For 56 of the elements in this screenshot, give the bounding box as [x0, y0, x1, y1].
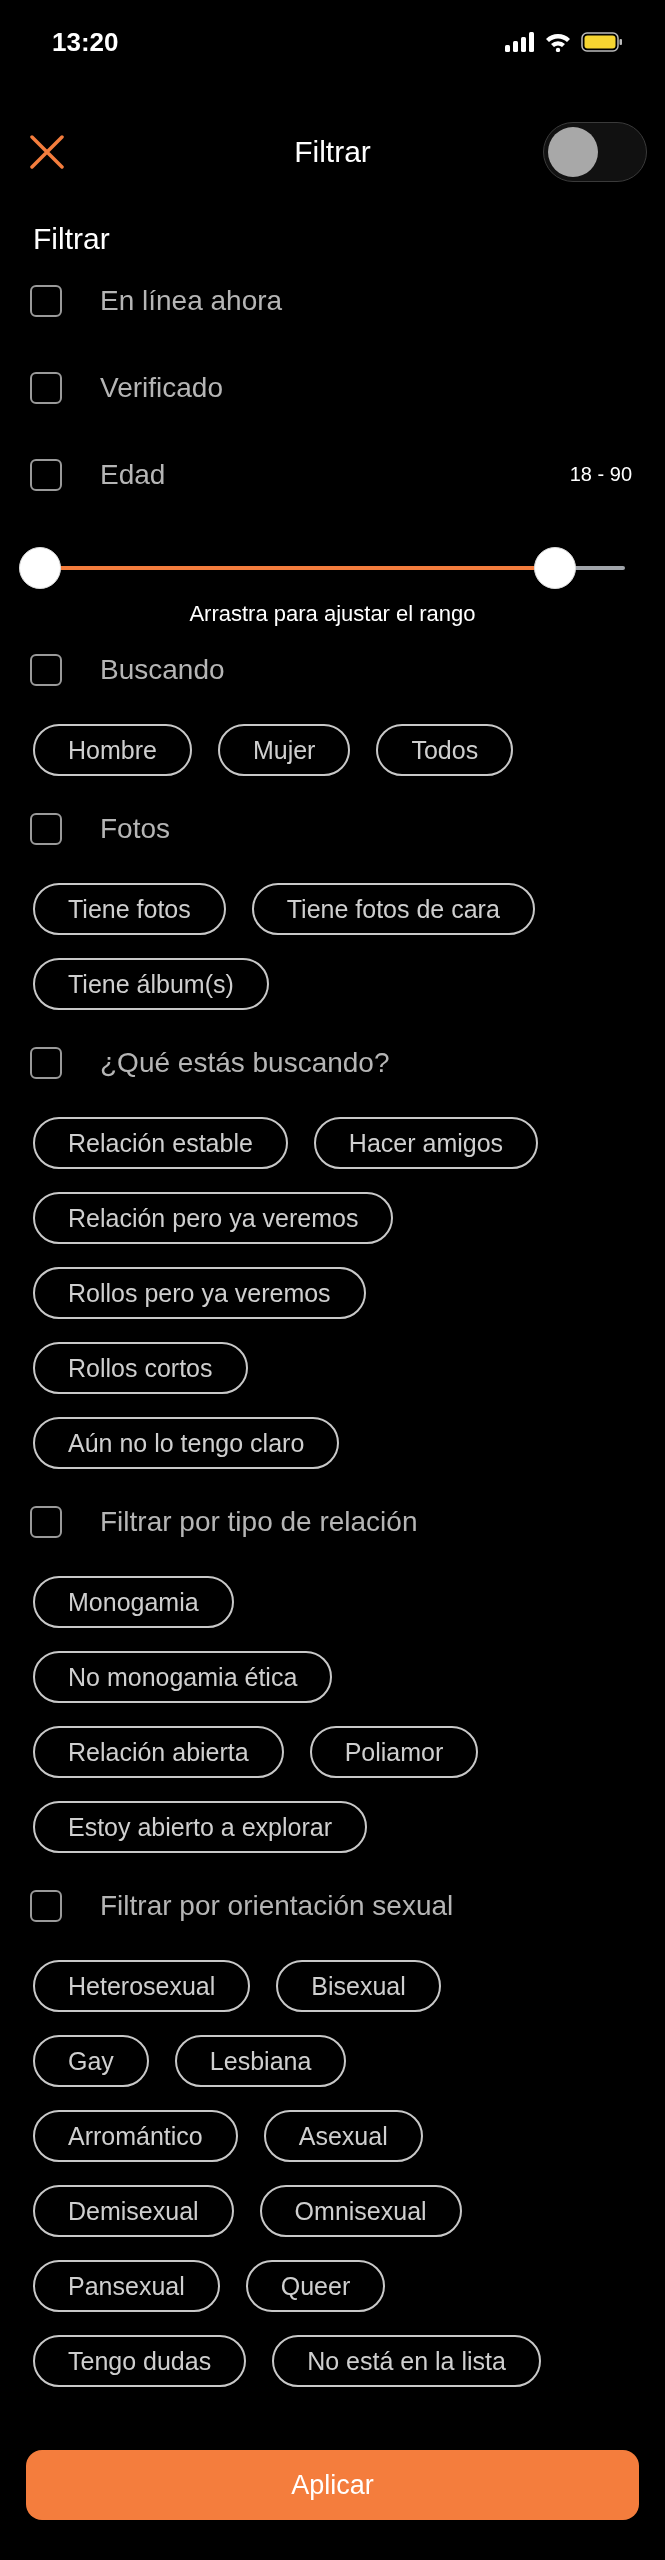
filter-label: Verificado — [100, 371, 223, 404]
option-chip[interactable]: Pansexual — [33, 2260, 220, 2312]
option-chip[interactable]: Relación pero ya veremos — [33, 1192, 394, 1244]
filter-label: Filtrar por tipo de relación — [100, 1506, 418, 1538]
option-chip[interactable]: Arromántico — [33, 2110, 238, 2162]
option-chip[interactable]: Monogamia — [33, 1576, 234, 1628]
checkbox[interactable] — [30, 371, 62, 404]
option-chip[interactable]: Hombre — [33, 724, 192, 776]
option-chip[interactable]: Tiene fotos de cara — [251, 883, 535, 935]
option-chip[interactable]: Estoy abierto a explorar — [33, 1801, 368, 1853]
option-chip[interactable]: Poliamor — [309, 1726, 479, 1778]
header-title: Filtrar — [294, 135, 371, 169]
option-chip[interactable]: Bisexual — [276, 1960, 441, 2012]
close-button[interactable] — [28, 133, 66, 171]
option-chip[interactable]: Tiene fotos — [33, 883, 226, 935]
checkbox[interactable] — [30, 1047, 62, 1079]
section-title: Filtrar — [32, 221, 111, 257]
option-chip[interactable]: Lesbiana — [174, 2035, 347, 2087]
option-chip[interactable]: Omnisexual — [259, 2185, 462, 2237]
filter-label: Fotos — [100, 813, 171, 845]
slider-thumb[interactable] — [19, 547, 61, 589]
option-chip[interactable]: Relación estable — [33, 1117, 288, 1169]
option-chip[interactable]: Demisexual — [33, 2185, 234, 2237]
checkbox[interactable] — [30, 654, 62, 686]
battery-icon — [581, 32, 623, 52]
filter-label: Edad — [100, 458, 166, 491]
option-chip[interactable]: Rollos pero ya veremos — [33, 1267, 366, 1319]
slider-hint: Arrastra para ajustar el rango — [188, 600, 477, 628]
option-chip[interactable]: Hacer amigos — [313, 1117, 539, 1169]
option-chip[interactable]: Tengo dudas — [33, 2335, 247, 2387]
filter-label: ¿Qué estás buscando? — [100, 1047, 390, 1079]
option-chip[interactable]: Tiene álbum(s) — [33, 958, 269, 1010]
range-value: 18 - 90 — [569, 463, 632, 486]
checkbox[interactable] — [30, 1506, 62, 1538]
option-chip[interactable]: Mujer — [217, 724, 351, 776]
status-time: 13:20 — [52, 26, 119, 58]
checkbox[interactable] — [30, 284, 62, 317]
checkbox[interactable] — [30, 1890, 62, 1922]
option-chip[interactable]: Todos — [376, 724, 514, 776]
option-chip[interactable]: No monogamia ética — [33, 1651, 333, 1703]
option-chip[interactable]: Queer — [245, 2260, 386, 2312]
wifi-icon — [545, 32, 571, 52]
option-chip[interactable]: Rollos cortos — [33, 1342, 248, 1394]
option-chip[interactable]: Asexual — [263, 2110, 423, 2162]
checkbox[interactable] — [30, 458, 62, 491]
checkbox[interactable] — [30, 813, 62, 845]
filter-label: En línea ahora — [100, 284, 283, 317]
option-chip[interactable]: No está en la lista — [272, 2335, 541, 2387]
option-chip[interactable]: Aún no lo tengo claro — [33, 1417, 340, 1469]
option-chip[interactable]: Heterosexual — [33, 1960, 251, 2012]
signal-icon — [505, 32, 535, 52]
slider-thumb[interactable] — [533, 547, 576, 589]
option-chip[interactable]: Gay — [33, 2035, 149, 2087]
option-chip[interactable]: Relación abierta — [33, 1726, 284, 1778]
filter-label: Filtrar por orientación sexual — [100, 1890, 454, 1922]
filter-label: Buscando — [100, 654, 225, 686]
